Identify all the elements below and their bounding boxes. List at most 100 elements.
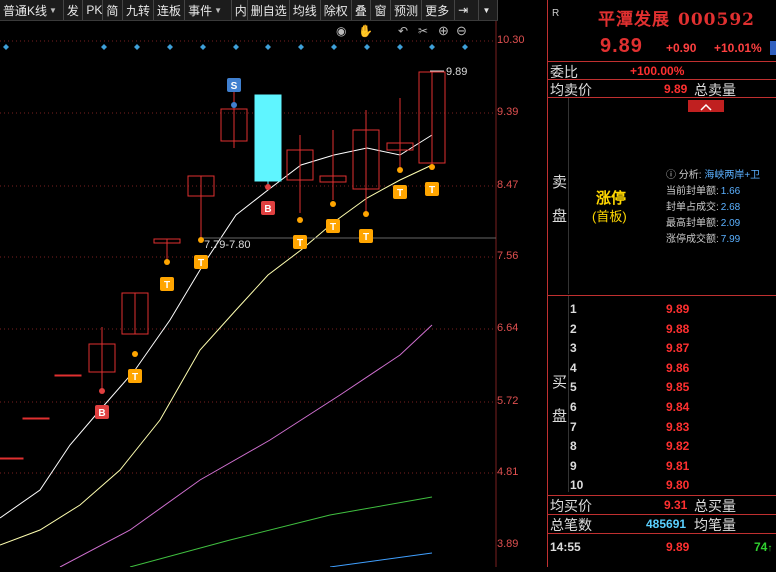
toolbar-item-9[interactable]: 均线	[290, 0, 321, 20]
toolbar-item-11[interactable]: 叠	[352, 0, 372, 20]
signal-dot	[164, 259, 170, 265]
signal-t-text: T	[164, 280, 170, 291]
bid-row[interactable]: 6 9.84	[548, 398, 776, 416]
chart-tool-icons: ◉ ✋ ↶ ✂ ⊕ ⊖	[336, 23, 496, 40]
bid-row[interactable]: 8 9.82	[548, 437, 776, 455]
signal-dot	[99, 388, 105, 394]
signal-dot	[265, 184, 271, 190]
bid-index: 9	[570, 458, 577, 473]
event-diamond	[397, 44, 403, 50]
signal-dot	[363, 211, 369, 217]
stock-name-text: 平潭发展	[598, 10, 670, 30]
candle-body	[254, 94, 282, 182]
toolbar-item-label: 均线	[292, 3, 317, 18]
ma60-line	[129, 496, 433, 568]
price-axis-tick: 10.30	[497, 34, 525, 46]
event-diamond	[167, 44, 173, 50]
bid-price: 9.84	[666, 400, 690, 414]
signal-b-text: B	[98, 408, 105, 419]
sell-side-char-1: 卖	[552, 174, 568, 191]
event-diamond	[462, 44, 468, 50]
seal-info-value: 2.68	[720, 202, 741, 213]
stock-name: 平潭发展 000592	[598, 5, 755, 30]
analysis-value[interactable]: 海峡两岸+卫	[704, 170, 760, 181]
signal-t-text: T	[397, 188, 403, 199]
bid-index: 5	[570, 380, 577, 395]
seal-info-row: 封单占成交: 2.68	[666, 198, 740, 213]
toolbar-item-1[interactable]: 发	[64, 0, 84, 20]
toolbar-item-5[interactable]: 连板	[154, 0, 186, 20]
limit-up-sub: (首板)	[592, 209, 627, 224]
event-diamond	[364, 44, 370, 50]
avg-trade-label: 均笔量	[694, 517, 736, 533]
sell-side-label: 卖盘	[552, 166, 568, 234]
bid-index: 4	[570, 360, 577, 375]
toolbar-item-6[interactable]: 事件 ▼	[185, 0, 232, 20]
scroll-up-button[interactable]	[688, 100, 724, 112]
toolbar-item-label: 内	[234, 3, 247, 18]
chart-toolbar: 普通K线 ▼ 发 PK 简九转 连板 事件 ▼ 内删自选 均线 除权叠窗预测 更多 ⇥ ▼	[0, 0, 499, 21]
bid-row[interactable]: 3 9.87	[548, 339, 776, 357]
divider	[548, 533, 776, 534]
bid-price: 9.87	[666, 341, 690, 356]
hand-icon[interactable]: ✋	[358, 24, 373, 38]
toolbar-item-7[interactable]: 内	[232, 0, 248, 20]
bid-row[interactable]: 2 9.88	[548, 320, 776, 338]
toolbar-item-10[interactable]: 除权	[321, 0, 352, 20]
toolbar-item-3[interactable]: 简	[103, 0, 123, 20]
price-axis-tick: 7.56	[497, 250, 519, 262]
bid-row[interactable]: 1 9.89	[548, 300, 776, 318]
sell-side-char-2: 盘	[552, 208, 568, 225]
bid-index: 1	[570, 302, 577, 316]
toolbar-item-14[interactable]: 更多	[422, 0, 456, 20]
divider	[548, 295, 776, 296]
signal-dot	[198, 237, 204, 243]
toolbar-item-label: PK	[86, 3, 103, 17]
r-badge: R	[552, 8, 560, 19]
toolbar-item-8[interactable]: 删自选	[248, 0, 290, 20]
signal-t-text: T	[198, 258, 204, 269]
kline-svg[interactable]: 7.79-7.80 9.89 S B B T T T T T T T T	[0, 21, 548, 568]
toolbar-item-4[interactable]: 九转	[123, 0, 155, 20]
event-diamond	[134, 44, 140, 50]
eye-icon[interactable]: ◉	[336, 24, 346, 38]
bid-row[interactable]: 7 9.83	[548, 418, 776, 436]
bid-index: 10	[570, 478, 584, 493]
bid-row[interactable]: 4 9.86	[548, 359, 776, 377]
price-axis-tick: 3.89	[497, 538, 519, 550]
event-diamond	[429, 44, 435, 50]
tick-volume-value: 74	[754, 540, 768, 554]
panel-tag[interactable]	[770, 41, 776, 55]
kline-chart[interactable]: 7.79-7.80 9.89 S B B T T T T T T T T	[0, 21, 548, 568]
signal-t-text: T	[330, 222, 336, 233]
panel-toggle-icon[interactable]: ⇥	[455, 0, 480, 20]
event-diamond	[233, 44, 239, 50]
price-axis-tick: 6.64	[497, 322, 519, 334]
seal-info-value: 1.66	[720, 186, 741, 197]
toolbar-item-13[interactable]: 预测	[391, 0, 423, 20]
toolbar-item-label: 连板	[157, 3, 182, 18]
ma5-line	[0, 134, 433, 519]
more-dropdown-icon[interactable]: ▼	[479, 0, 499, 20]
toolbar-item-2[interactable]: PK	[83, 0, 104, 20]
last-price: 9.89	[600, 35, 643, 57]
bid-row[interactable]: 5 9.85	[548, 378, 776, 396]
signal-t-text: T	[132, 372, 138, 383]
bid-row[interactable]: 9 9.81	[548, 457, 776, 475]
zoom-in-icon[interactable]: ⊕	[438, 23, 449, 39]
toolbar-item-12[interactable]: 窗	[371, 0, 391, 20]
toolbar-item-label: 九转	[125, 3, 150, 18]
tick-volume: 74↑	[754, 540, 773, 554]
seal-info-value: 7.99	[720, 234, 741, 245]
ma20-line	[59, 324, 433, 568]
ma120-line	[329, 552, 433, 568]
signal-dot	[132, 351, 138, 357]
price-axis-tick: 9.39	[497, 106, 519, 118]
scissors-icon[interactable]: ✂	[418, 24, 428, 38]
event-diamond	[3, 44, 9, 50]
price-change: +0.90	[666, 41, 697, 55]
undo-icon[interactable]: ↶	[398, 24, 408, 38]
bid-row[interactable]: 10 9.80	[548, 476, 776, 494]
zoom-out-icon[interactable]: ⊖	[456, 23, 467, 39]
toolbar-item-0[interactable]: 普通K线 ▼	[0, 0, 64, 20]
